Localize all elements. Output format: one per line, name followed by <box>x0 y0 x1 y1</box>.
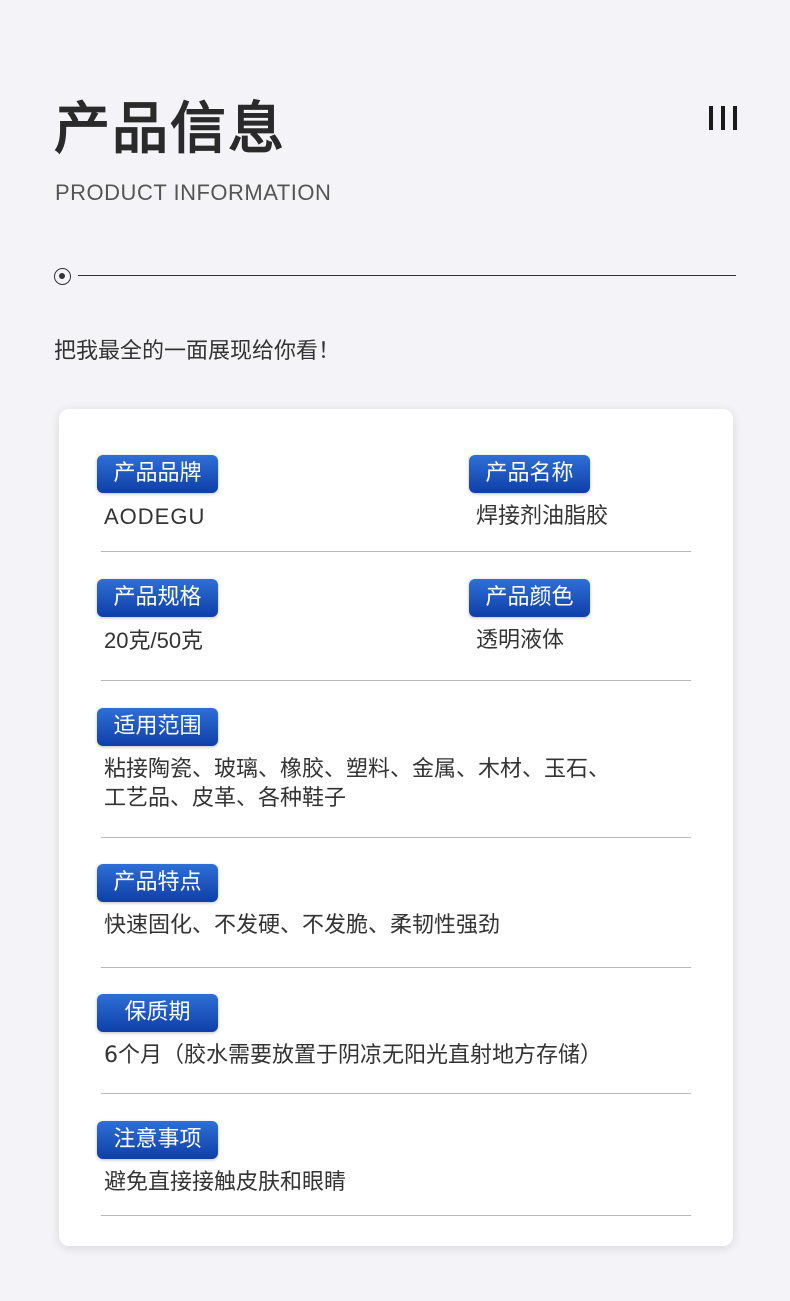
page-title: 产品信息 <box>54 97 286 162</box>
usage-value-line1: 粘接陶瓷、玻璃、橡胶、塑料、金属、木材、玉石、 <box>104 757 611 782</box>
target-icon <box>54 268 71 285</box>
features-value: 快速固化、不发硬、不发脆、柔韧性强劲 <box>104 913 501 938</box>
size-badge: 产品规格 <box>97 579 218 617</box>
field-brand: 产品品牌 AODEGU <box>97 455 218 531</box>
name-value: 焊接剂油脂胶 <box>476 504 609 529</box>
size-value: 20克/50克 <box>104 628 204 653</box>
section-divider <box>101 680 691 681</box>
section-brand-name: 产品品牌 AODEGU 产品名称 焊接剂油脂胶 <box>97 455 691 552</box>
color-badge: 产品颜色 <box>469 579 590 617</box>
brand-badge: 产品品牌 <box>97 455 218 493</box>
section-size-color: 产品规格 20克/50克 产品颜色 透明液体 <box>97 579 691 681</box>
field-features: 产品特点 快速固化、不发硬、不发脆、柔韧性强劲 <box>97 864 500 940</box>
menu-bars-icon <box>709 106 737 130</box>
section-features: 产品特点 快速固化、不发硬、不发脆、柔韧性强劲 <box>97 864 691 968</box>
section-notes: 注意事项 避免直接接触皮肤和眼睛 <box>97 1121 691 1216</box>
product-info-card: 产品品牌 AODEGU 产品名称 焊接剂油脂胶 产品规格 20克/50克 产品颜… <box>59 409 733 1246</box>
field-usage: 适用范围 粘接陶瓷、玻璃、橡胶、塑料、金属、木材、玉石、 工艺品、皮革、各种鞋子 <box>97 708 610 813</box>
field-size: 产品规格 20克/50克 <box>97 579 218 655</box>
section-usage: 适用范围 粘接陶瓷、玻璃、橡胶、塑料、金属、木材、玉石、 工艺品、皮革、各种鞋子 <box>97 708 691 838</box>
field-color: 产品颜色 透明液体 <box>469 579 590 655</box>
section-divider <box>101 1215 691 1216</box>
notes-value: 避免直接接触皮肤和眼睛 <box>104 1170 347 1195</box>
tagline: 把我最全的一面展现给你看！ <box>54 339 341 364</box>
section-divider <box>101 837 691 838</box>
shelf-life-badge: 保质期 <box>97 994 218 1032</box>
usage-value-line2: 工艺品、皮革、各种鞋子 <box>104 786 347 811</box>
divider-line <box>78 275 736 276</box>
notes-badge: 注意事项 <box>97 1121 218 1159</box>
name-badge: 产品名称 <box>469 455 590 493</box>
brand-value: AODEGU <box>104 504 206 529</box>
section-shelf-life: 保质期 6个月（胶水需要放置于阴凉无阳光直射地方存储） <box>97 994 691 1094</box>
section-divider <box>101 551 691 552</box>
usage-badge: 适用范围 <box>97 708 218 746</box>
features-badge: 产品特点 <box>97 864 218 902</box>
section-divider <box>101 1093 691 1094</box>
field-notes: 注意事项 避免直接接触皮肤和眼睛 <box>97 1121 346 1197</box>
color-value: 透明液体 <box>476 628 565 653</box>
field-shelf-life: 保质期 6个月（胶水需要放置于阴凉无阳光直射地方存储） <box>97 994 602 1070</box>
header-divider <box>54 266 736 286</box>
section-divider <box>101 967 691 968</box>
shelf-life-value: 6个月（胶水需要放置于阴凉无阳光直射地方存储） <box>104 1043 602 1068</box>
page-subtitle: PRODUCT INFORMATION <box>55 180 332 205</box>
field-name: 产品名称 焊接剂油脂胶 <box>469 455 608 531</box>
